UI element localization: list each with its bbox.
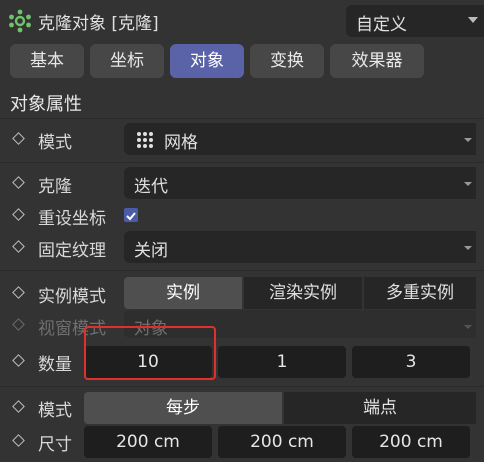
- count-z-field[interactable]: 3: [352, 346, 470, 378]
- chevron-down-icon: [464, 138, 472, 142]
- keyframe-diamond-icon: [12, 318, 25, 331]
- count-label: 数量: [38, 355, 72, 375]
- size-x-field[interactable]: 200 cm: [84, 426, 212, 458]
- instance-option-render-instance[interactable]: 渲染实例: [244, 277, 362, 309]
- chevron-down-icon: [464, 246, 472, 250]
- keyframe-diamond-icon[interactable]: [12, 286, 25, 299]
- keyframe-diamond-icon[interactable]: [12, 400, 25, 413]
- count-y-field[interactable]: 1: [218, 346, 346, 378]
- cloner-object-icon: [9, 9, 31, 33]
- section-title: 对象属性: [10, 94, 82, 115]
- fixed-texture-label: 固定纹理: [38, 241, 106, 261]
- mode-label: 模式: [38, 133, 72, 153]
- size-y-field[interactable]: 200 cm: [218, 426, 346, 458]
- mode2-label: 模式: [38, 401, 72, 421]
- preset-dropdown[interactable]: 自定义: [346, 5, 484, 37]
- mode-dropdown[interactable]: 网格: [124, 123, 476, 155]
- chevron-down-icon: [464, 325, 472, 329]
- size-z-field[interactable]: 200 cm: [352, 426, 470, 458]
- keyframe-diamond-icon[interactable]: [12, 354, 25, 367]
- reset-coords-label: 重设坐标: [38, 209, 106, 229]
- divider: [0, 270, 484, 271]
- keyframe-diamond-icon[interactable]: [12, 176, 25, 189]
- keyframe-diamond-icon[interactable]: [12, 132, 25, 145]
- keyframe-diamond-icon[interactable]: [12, 240, 25, 253]
- size-label: 尺寸: [38, 435, 72, 455]
- mode2-option-per-step[interactable]: 每步: [84, 392, 282, 424]
- keyframe-diamond-icon[interactable]: [12, 208, 25, 221]
- highlight-box: [84, 326, 216, 380]
- fixed-texture-dropdown[interactable]: 关闭: [124, 231, 476, 263]
- instance-option-instance[interactable]: 实例: [124, 277, 242, 309]
- chevron-down-icon: [468, 17, 478, 23]
- tab-basic[interactable]: 基本: [10, 44, 84, 78]
- fixed-texture-value: 关闭: [134, 241, 168, 261]
- tab-coordinates[interactable]: 坐标: [90, 44, 164, 78]
- clone-label: 克隆: [38, 177, 72, 197]
- divider: [0, 118, 484, 119]
- object-title: 克隆对象 [克隆]: [38, 14, 159, 34]
- grid-icon: [137, 132, 153, 148]
- reset-coords-checkbox[interactable]: [124, 208, 138, 222]
- tab-effectors[interactable]: 效果器: [330, 44, 424, 78]
- mode2-option-endpoint[interactable]: 端点: [284, 392, 476, 424]
- mode-value: 网格: [164, 133, 198, 153]
- checkmark-icon: [126, 212, 136, 221]
- preset-value: 自定义: [356, 15, 407, 35]
- divider: [0, 386, 484, 387]
- clone-dropdown[interactable]: 迭代: [124, 167, 476, 199]
- keyframe-diamond-icon[interactable]: [12, 434, 25, 447]
- divider: [0, 162, 484, 163]
- tab-transform[interactable]: 变换: [250, 44, 324, 78]
- tab-object[interactable]: 对象: [170, 44, 244, 78]
- chevron-down-icon: [464, 182, 472, 186]
- clone-value: 迭代: [134, 177, 168, 197]
- instance-mode-label: 实例模式: [38, 287, 106, 307]
- instance-option-multi-instance[interactable]: 多重实例: [364, 277, 476, 309]
